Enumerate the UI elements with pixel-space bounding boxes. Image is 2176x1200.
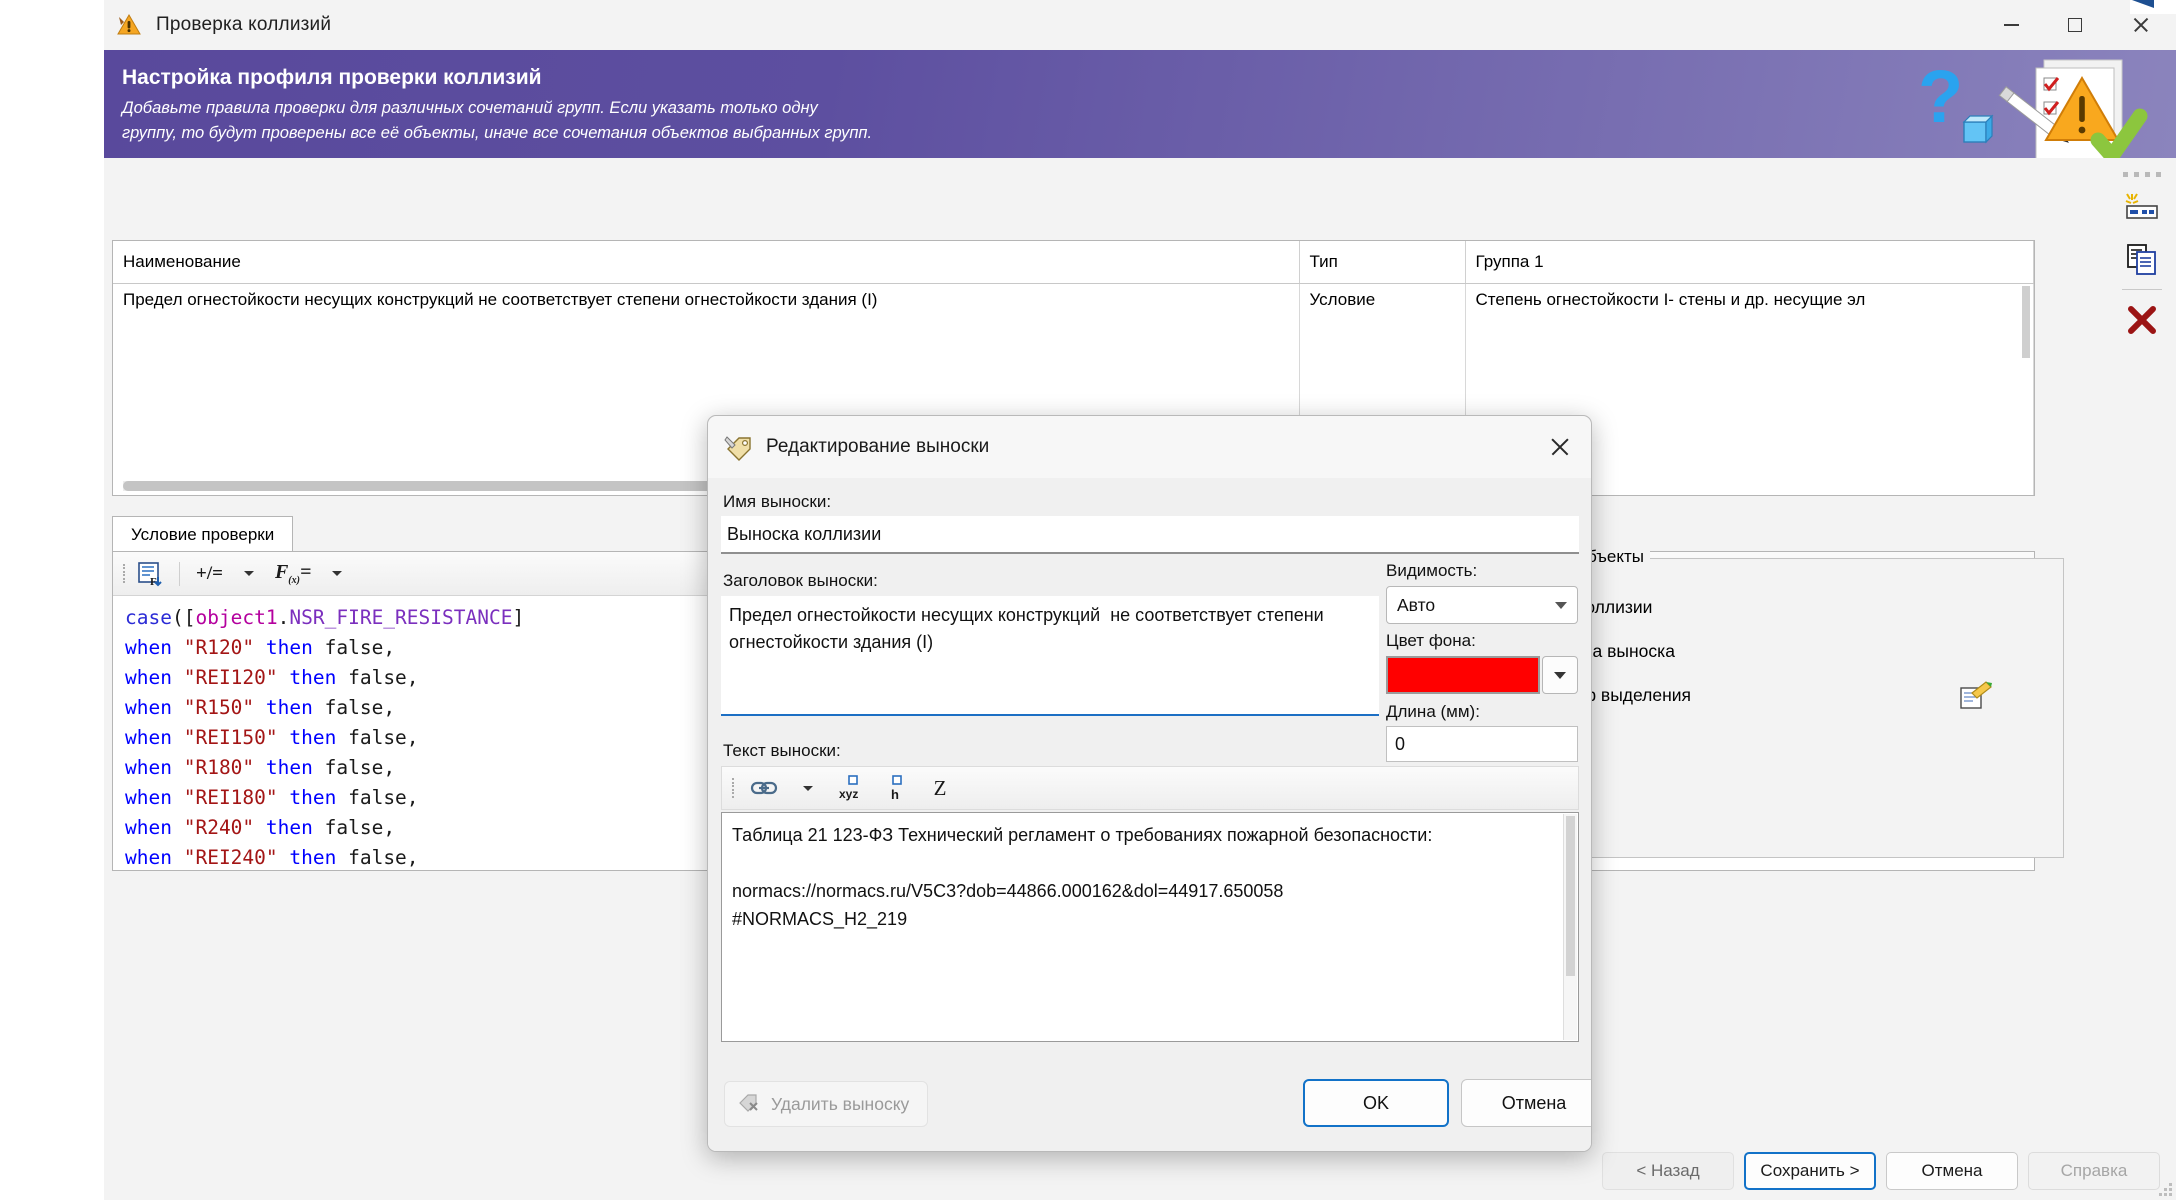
- delete-rule-icon[interactable]: [2120, 298, 2164, 342]
- z-icon[interactable]: Z: [924, 772, 956, 804]
- function-icon[interactable]: F(x)=: [271, 558, 315, 590]
- delete-callout-label: Удалить выноску: [771, 1093, 910, 1114]
- window-title: Проверка коллизий: [156, 14, 332, 35]
- length-input[interactable]: [1386, 726, 1578, 762]
- visibility-value: Авто: [1397, 594, 1436, 615]
- color-swatch[interactable]: [1386, 656, 1540, 694]
- copy-rule-icon[interactable]: [2120, 237, 2164, 281]
- operator-icon[interactable]: +/=: [192, 558, 227, 590]
- collision-check-window: Проверка коллизий Настройка профиля пров…: [0, 0, 2176, 1200]
- svg-text:h: h: [891, 787, 899, 801]
- dialog-titlebar: Редактирование выноски: [708, 416, 1591, 478]
- question-mark-cube-icon: ?: [1918, 55, 1994, 144]
- toolbar-separator: [179, 561, 180, 586]
- rail-grip: [2112, 166, 2172, 177]
- note-callout-icon[interactable]: [1959, 681, 1993, 711]
- chevron-down-icon: [1555, 601, 1567, 609]
- help-button: Справка: [2028, 1152, 2160, 1190]
- rail-divider: [2122, 289, 2162, 290]
- cancel-button[interactable]: Отмена: [1886, 1152, 2018, 1190]
- xyz-icon[interactable]: xyz: [834, 772, 872, 804]
- grid-vertical-scrollbar[interactable]: [2019, 284, 2033, 494]
- toolbar-grip[interactable]: [121, 561, 127, 587]
- column-header-type[interactable]: Тип: [1299, 241, 1466, 284]
- insert-field-icon[interactable]: F: [133, 558, 167, 590]
- maximize-button[interactable]: [2043, 0, 2106, 50]
- wizard-button-bar: < Назад Сохранить > Отмена Справка: [1602, 1152, 2160, 1190]
- column-header-group1[interactable]: Группа 1: [1465, 241, 2034, 284]
- back-button[interactable]: < Назад: [1602, 1152, 1734, 1190]
- callout-header-label: Заголовок выноски:: [723, 571, 878, 590]
- tab-condition[interactable]: Условие проверки: [112, 516, 294, 552]
- delete-callout-button: Удалить выноску: [724, 1081, 929, 1127]
- save-button[interactable]: Сохранить >: [1744, 1152, 1876, 1190]
- callout-text-toolbar: xyz h Z: [721, 766, 1579, 810]
- window-titlebar: Проверка коллизий: [104, 0, 2176, 50]
- callout-text-input[interactable]: Таблица 21 123-ФЗ Технический регламент …: [721, 812, 1579, 1042]
- dialog-cancel-button[interactable]: Отмена: [1461, 1079, 1591, 1127]
- window-left-margin: [0, 0, 104, 1200]
- wizard-subtitle-line1: Добавьте правила проверки для различных …: [122, 99, 818, 117]
- wizard-title: Настройка профиля проверки коллизий: [122, 66, 542, 89]
- wizard-banner: Настройка профиля проверки коллизий Доба…: [104, 50, 2176, 158]
- background-color-picker[interactable]: [1386, 656, 1578, 694]
- text-toolbar-grip[interactable]: [730, 775, 736, 801]
- minimize-button[interactable]: [1980, 0, 2043, 50]
- operator-dropdown-icon[interactable]: [233, 558, 265, 590]
- edit-callout-dialog: Редактирование выноски Имя выноски: Заго…: [707, 415, 1592, 1152]
- visibility-label: Видимость:: [1386, 561, 1478, 580]
- function-dropdown-icon[interactable]: [321, 558, 353, 590]
- callout-name-input[interactable]: [721, 516, 1579, 554]
- height-icon[interactable]: h: [882, 772, 914, 804]
- table-header-row: Наименование Тип Группа 1: [113, 241, 2034, 284]
- checklist-warning-check-icon: [1998, 59, 2148, 158]
- window-resize-grip[interactable]: [2159, 1183, 2173, 1197]
- callout-name-label: Имя выноски:: [723, 492, 832, 511]
- column-header-name[interactable]: Наименование: [113, 241, 1300, 284]
- link-dropdown-icon[interactable]: [792, 772, 824, 804]
- window-corner-accent: [2130, 0, 2176, 14]
- wizard-subtitle: Добавьте правила проверки для различных …: [122, 96, 872, 146]
- wizard-subtitle-line2: группу, то будут проверены все её объект…: [122, 124, 873, 142]
- collision-warning-icon: [116, 12, 142, 38]
- link-icon[interactable]: [746, 772, 782, 804]
- svg-text:?: ?: [1918, 55, 1963, 138]
- visibility-select[interactable]: Авто: [1386, 586, 1578, 624]
- length-label: Длина (мм):: [1386, 702, 1480, 721]
- svg-text:F: F: [150, 576, 157, 587]
- callout-text-scrollbar[interactable]: [1563, 814, 1577, 1040]
- rules-toolbar-rail: [2112, 166, 2172, 386]
- banner-artwork: ?: [1918, 55, 2148, 158]
- tag-pencil-icon: [724, 433, 754, 461]
- new-rule-icon[interactable]: [2120, 185, 2164, 229]
- svg-text:xyz: xyz: [839, 787, 858, 801]
- dialog-footer: Удалить выноску OK Отмена: [708, 1065, 1591, 1151]
- color-dropdown-button[interactable]: [1542, 656, 1578, 694]
- dialog-title: Редактирование выноски: [766, 436, 990, 457]
- delete-callout-icon: [737, 1091, 761, 1118]
- callout-header-input[interactable]: Предел огнестойкости несущих конструкций…: [721, 596, 1379, 716]
- ok-button[interactable]: OK: [1303, 1079, 1449, 1127]
- callout-text-label: Текст выноски:: [723, 741, 841, 760]
- background-color-label: Цвет фона:: [1386, 631, 1476, 650]
- dialog-close-button[interactable]: [1529, 416, 1591, 478]
